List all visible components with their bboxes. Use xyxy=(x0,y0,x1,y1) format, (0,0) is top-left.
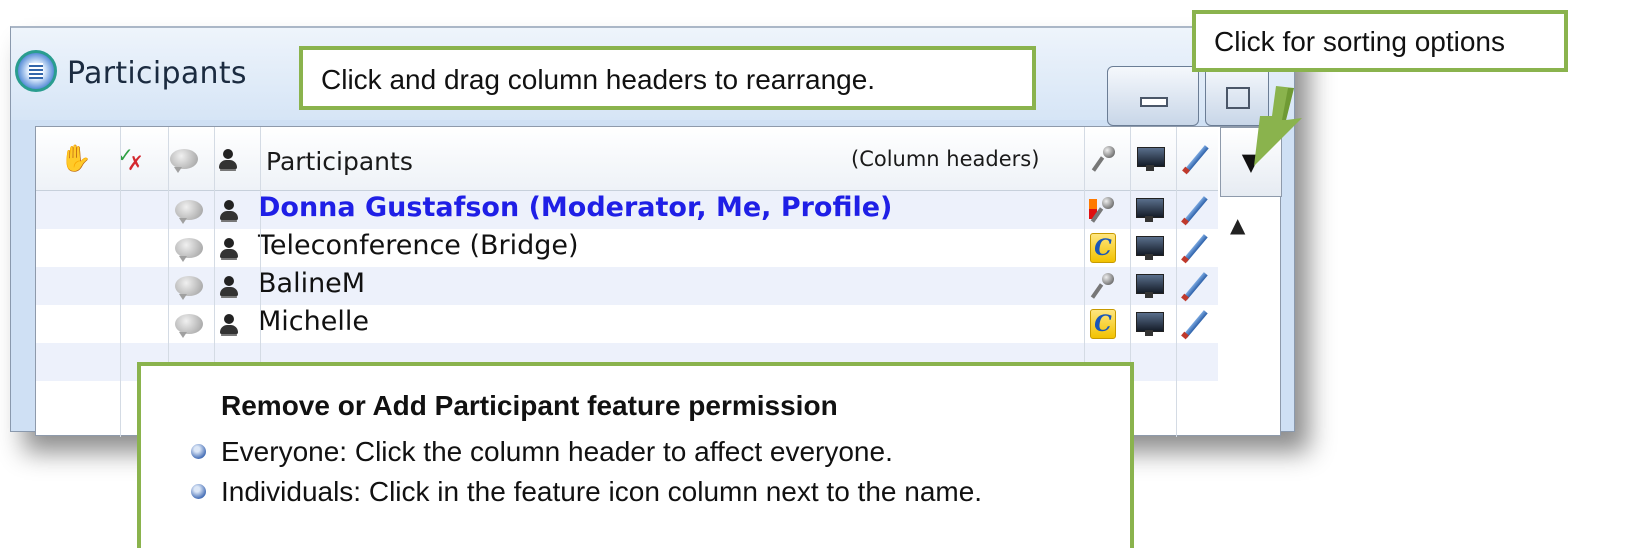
participant-name: BalineM xyxy=(258,268,366,299)
chat-cell[interactable] xyxy=(174,271,204,301)
audio-cell[interactable]: C xyxy=(1088,233,1118,263)
audio-cell[interactable] xyxy=(1088,195,1118,225)
desktop-share-column-header[interactable] xyxy=(1128,141,1172,177)
annotate-pen-icon xyxy=(1180,233,1210,263)
desktop-share-cell[interactable] xyxy=(1134,309,1164,339)
webcam-icon xyxy=(217,198,241,222)
annotate-column-header[interactable] xyxy=(1174,141,1218,177)
desktop-share-cell[interactable] xyxy=(1134,195,1164,225)
phone-icon: C xyxy=(1090,309,1116,339)
participant-name: Donna Gustafson (Moderator, Me, Profile) xyxy=(258,192,893,223)
screenshot-stage: Participants ✋ ✓ ✗ Participants (Column h… xyxy=(0,0,1641,548)
column-divider xyxy=(1176,127,1177,437)
chat-icon xyxy=(175,276,203,300)
microphone-icon xyxy=(1090,144,1118,174)
raise-hand-column-header[interactable]: ✋ xyxy=(56,141,96,177)
webcam-cell[interactable] xyxy=(214,233,244,263)
check-x-icon: ✓ ✗ xyxy=(117,143,144,175)
chat-icon xyxy=(175,314,203,338)
participant-name: Teleconference (Bridge) xyxy=(258,230,579,261)
microphone-icon xyxy=(1089,271,1117,301)
annotate-cell[interactable] xyxy=(1180,195,1210,225)
annotate-pen-icon xyxy=(1180,271,1210,301)
chat-cell[interactable] xyxy=(174,309,204,339)
desktop-share-cell[interactable] xyxy=(1134,271,1164,301)
annotate-cell[interactable] xyxy=(1180,271,1210,301)
desktop-share-cell[interactable] xyxy=(1134,233,1164,263)
chat-cell[interactable] xyxy=(174,233,204,263)
chat-icon xyxy=(175,200,203,224)
webcam-cell[interactable] xyxy=(214,271,244,301)
annotate-cell[interactable] xyxy=(1180,309,1210,339)
drag-columns-callout: Click and drag column headers to rearran… xyxy=(299,46,1036,110)
desktop-share-icon xyxy=(1136,236,1164,260)
permission-item-text: Everyone: Click the column header to aff… xyxy=(221,436,893,467)
webcam-cell[interactable] xyxy=(214,195,244,225)
chat-icon xyxy=(175,238,203,262)
audio-cell[interactable] xyxy=(1088,271,1118,301)
annotate-pen-icon xyxy=(1181,144,1211,174)
feature-permission-callout: Remove or Add Participant feature permis… xyxy=(137,362,1134,548)
participants-app-icon xyxy=(15,50,57,92)
scroll-up-arrow-icon[interactable]: ▲ xyxy=(1230,213,1245,237)
raise-hand-icon: ✋ xyxy=(59,144,93,174)
chat-icon xyxy=(170,149,198,173)
desktop-share-icon xyxy=(1136,274,1164,298)
callout-pointer-arrow xyxy=(1254,86,1302,166)
webcam-icon xyxy=(216,147,240,171)
webcam-icon xyxy=(217,236,241,260)
sorting-options-callout: Click for sorting options xyxy=(1192,10,1568,72)
minimize-icon xyxy=(1140,97,1168,107)
annotate-pen-icon xyxy=(1180,195,1210,225)
bullet-icon xyxy=(191,484,206,499)
column-headers-note: (Column headers) xyxy=(851,147,1040,171)
desktop-share-icon xyxy=(1136,198,1164,222)
annotate-cell[interactable] xyxy=(1180,233,1210,263)
microphone-column-header[interactable] xyxy=(1082,141,1126,177)
minimize-button[interactable] xyxy=(1107,66,1199,126)
permission-callout-item: Everyone: Click the column header to aff… xyxy=(163,432,1108,472)
webcam-icon xyxy=(217,274,241,298)
window-title: Participants xyxy=(67,56,247,91)
participant-name: Michelle xyxy=(258,306,369,337)
column-divider xyxy=(120,127,121,437)
audio-cell[interactable]: C xyxy=(1088,309,1118,339)
microphone-talking-icon xyxy=(1089,195,1117,225)
permission-column-header[interactable]: ✓ ✗ xyxy=(110,141,154,177)
desktop-share-icon xyxy=(1137,147,1165,171)
webcam-cell[interactable] xyxy=(214,309,244,339)
annotate-pen-icon xyxy=(1180,309,1210,339)
phone-icon: C xyxy=(1090,233,1116,263)
desktop-share-icon xyxy=(1136,312,1164,336)
webcam-icon xyxy=(217,312,241,336)
chat-cell[interactable] xyxy=(174,195,204,225)
bullet-icon xyxy=(191,444,206,459)
permission-callout-title: Remove or Add Participant feature permis… xyxy=(221,390,838,421)
participants-column-header[interactable]: Participants xyxy=(266,147,413,176)
permission-callout-item: Individuals: Click in the feature icon c… xyxy=(163,472,1108,512)
permission-item-text: Individuals: Click in the feature icon c… xyxy=(221,476,983,507)
